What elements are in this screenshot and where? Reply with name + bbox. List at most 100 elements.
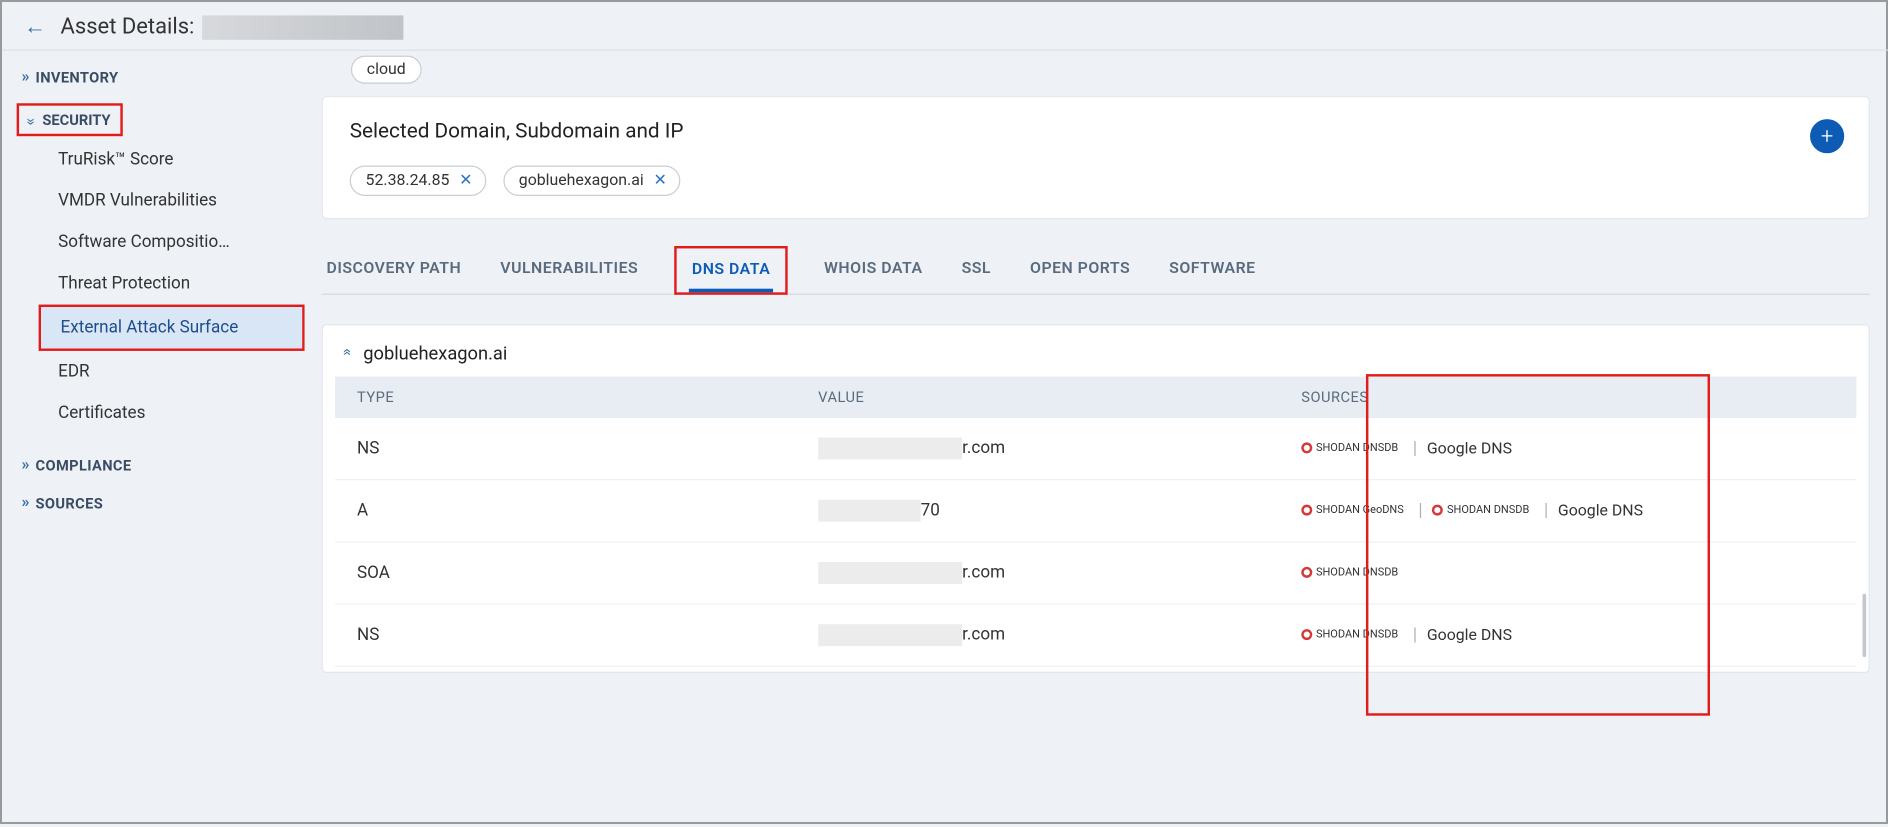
chevron-right-icon: » [22,494,26,512]
chevron-right-icon: » [22,456,26,474]
col-header-type: TYPE [335,389,818,406]
col-header-sources: SOURCES [1301,389,1856,406]
source-separator: | [1418,501,1422,521]
collapse-icon[interactable]: » [338,352,356,356]
source-separator: | [1544,501,1548,521]
col-header-value: VALUE [818,389,1301,406]
chevron-down-icon: » [22,118,40,122]
chevron-right-icon: » [22,68,26,86]
cell-type: SOA [335,564,818,584]
shodan-icon [1432,505,1443,516]
dns-card-header: » gobluehexagon.ai [323,343,1869,377]
sidebar-section-label: COMPLIANCE [36,457,132,474]
value-suffix: r.com [962,563,1005,583]
tab-bar: DISCOVERY PATH VULNERABILITIES DNS DATA … [322,246,1870,295]
filter-chip-ip[interactable]: 52.38.24.85 ✕ [350,166,486,197]
shodan-icon [1301,443,1312,454]
back-arrow-icon[interactable]: ← [24,14,46,40]
tag-cloud[interactable]: cloud [351,56,422,84]
selection-panel-title: Selected Domain, Subdomain and IP [350,119,1842,143]
selection-panel: Selected Domain, Subdomain and IP + 52.3… [322,96,1870,219]
main-content: cloud Selected Domain, Subdomain and IP … [309,51,1888,824]
plus-icon: + [1821,124,1833,150]
sidebar-item-external-attack-surface[interactable]: External Attack Surface [41,307,302,348]
cell-type: NS [335,439,818,459]
redacted-asset-name [202,16,403,40]
cell-sources: SHODAN GeoDNS | SHODAN DNSDB | Google DNS [1301,501,1856,521]
filter-chip-label: gobluehexagon.ai [519,172,644,190]
sidebar-item-threat-protection[interactable]: Threat Protection [2,263,309,304]
sidebar-section-label: INVENTORY [36,69,119,86]
value-suffix: r.com [962,625,1005,645]
source-badge: SHODAN DNSDB [1301,629,1398,641]
redacted-value [818,500,920,522]
redacted-value [818,438,962,460]
sidebar: » INVENTORY » SECURITY TruRisk™ Score VM… [2,51,309,824]
value-suffix: r.com [962,439,1005,459]
tag-row: cloud [322,51,1870,96]
table-row: NS r.com SHODAN DNSDB | Google DNS [335,605,1856,667]
filter-chip-domain[interactable]: gobluehexagon.ai ✕ [503,166,680,197]
shodan-icon [1301,567,1312,578]
shodan-icon [1301,629,1312,640]
tab-ssl[interactable]: SSL [959,250,993,294]
add-button[interactable]: + [1810,119,1844,153]
source-separator: | [1413,439,1417,459]
sidebar-section-compliance[interactable]: » COMPLIANCE [2,446,309,484]
dns-domain-title: gobluehexagon.ai [363,343,507,365]
filter-chip-label: 52.38.24.85 [366,172,450,190]
value-suffix: 70 [921,501,940,521]
tab-open-ports[interactable]: OPEN PORTS [1028,250,1133,294]
tab-whois-data[interactable]: WHOIS DATA [822,250,925,294]
cell-type: A [335,501,818,521]
redacted-value [818,562,962,584]
table-row: A 70 SHODAN GeoDNS | SHODAN DNSDB | Google DNS [335,481,1856,543]
redacted-value [818,625,962,647]
scrollbar-thumb[interactable] [1863,594,1867,657]
source-badge: SHODAN DNSDB [1301,442,1398,454]
tab-dns-data-highlight: DNS DATA [675,246,788,295]
source-text: Google DNS [1558,503,1643,521]
sidebar-item-edr[interactable]: EDR [2,351,309,392]
source-text: Google DNS [1427,627,1512,645]
sidebar-section-label: SOURCES [36,495,104,512]
sidebar-item-sca[interactable]: Software Compositio… [2,222,309,263]
remove-chip-icon[interactable]: ✕ [459,172,472,190]
cell-type: NS [335,626,818,646]
tab-vulnerabilities[interactable]: VULNERABILITIES [498,250,641,294]
cell-value: r.com [818,625,1301,647]
page-header: ← Asset Details: [2,2,1888,51]
filter-chip-row: 52.38.24.85 ✕ gobluehexagon.ai ✕ [350,166,1842,197]
cell-sources: SHODAN DNSDB | Google DNS [1301,626,1856,646]
dns-data-card: » gobluehexagon.ai TYPE VALUE SOURCES NS… [322,324,1870,673]
source-text: Google DNS [1427,440,1512,458]
source-separator: | [1413,626,1417,646]
table-row: SOA r.com SHODAN DNSDB [335,543,1856,605]
tab-discovery-path[interactable]: DISCOVERY PATH [324,250,464,294]
tab-dns-data[interactable]: DNS DATA [689,251,772,292]
source-badge: SHODAN DNSDB [1301,567,1398,579]
sidebar-item-vmdr[interactable]: VMDR Vulnerabilities [2,180,309,221]
sidebar-section-label: SECURITY [42,111,110,128]
source-badge: SHODAN GeoDNS [1301,504,1403,516]
remove-chip-icon[interactable]: ✕ [653,172,666,190]
page-title: Asset Details: [61,14,404,40]
source-badge: SHODAN DNSDB [1432,504,1529,516]
sidebar-section-inventory[interactable]: » INVENTORY [2,58,309,96]
table-row: NS r.com SHODAN DNSDB | Google DNS [335,418,1856,480]
cell-value: 70 [818,500,1301,522]
sidebar-section-security[interactable]: » SECURITY [17,104,123,137]
sidebar-section-sources[interactable]: » SOURCES [2,484,309,522]
cell-value: r.com [818,438,1301,460]
tab-software[interactable]: SOFTWARE [1167,250,1258,294]
cell-value: r.com [818,562,1301,584]
cell-sources: SHODAN DNSDB [1301,564,1856,584]
shodan-icon [1301,505,1312,516]
dns-table: TYPE VALUE SOURCES NS r.com SHODAN DNSDB | G… [323,377,1869,667]
dns-table-header: TYPE VALUE SOURCES [335,377,1856,418]
sidebar-item-certificates[interactable]: Certificates [2,393,309,434]
cell-sources: SHODAN DNSDB | Google DNS [1301,439,1856,459]
sidebar-item-trurisk[interactable]: TruRisk™ Score [2,139,309,180]
sidebar-item-eas-highlight: External Attack Surface [39,305,305,351]
page-title-text: Asset Details: [61,14,195,40]
